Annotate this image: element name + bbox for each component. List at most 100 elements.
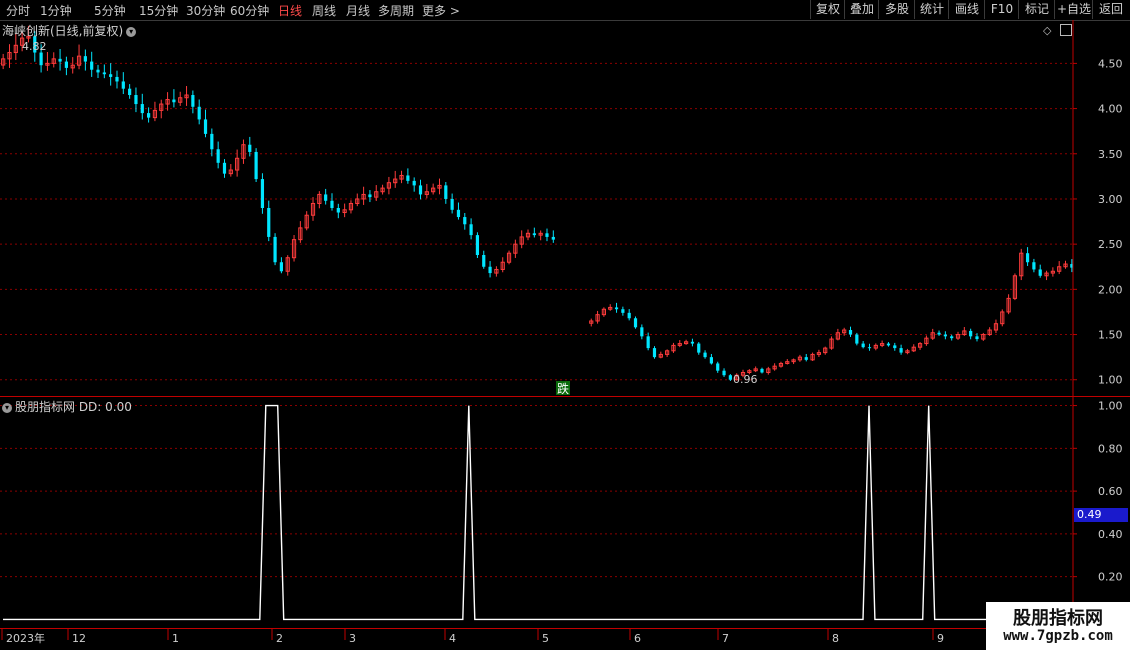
y-tick-label: 0.40 bbox=[1098, 528, 1123, 541]
candle-body bbox=[64, 61, 68, 68]
kline-chart: 1.00 1.50 2.00 2.50 3.00 3.50 4.00 4.50 0.20 0.40… bbox=[0, 20, 1130, 645]
candle-body bbox=[418, 185, 423, 195]
indicator-panel-title: ▾ 股朋指标网 DD: 0.00 bbox=[2, 398, 132, 415]
candle-body bbox=[937, 332, 941, 335]
candle-body bbox=[273, 236, 277, 263]
candle-body bbox=[90, 61, 94, 70]
x-tick-label: 7 bbox=[722, 632, 729, 645]
stock-title: 海峡创新(日线,前复权) bbox=[2, 24, 124, 38]
x-tick-label: 3 bbox=[349, 632, 356, 645]
candle-body bbox=[893, 345, 897, 349]
candle-body bbox=[722, 370, 726, 376]
candle-body bbox=[1025, 253, 1030, 263]
candle-body bbox=[545, 233, 549, 237]
y-tick-label: 3.50 bbox=[1098, 148, 1123, 161]
candle-body bbox=[969, 330, 973, 337]
axes: 1.00 1.50 2.00 2.50 3.00 3.50 4.00 4.50 0.20 0.40… bbox=[0, 20, 1130, 645]
chevron-down-icon[interactable]: ▾ bbox=[126, 26, 137, 37]
candle-body bbox=[121, 81, 125, 89]
x-tick-label: 9 bbox=[937, 632, 944, 645]
candle-body bbox=[191, 95, 195, 107]
candle-body bbox=[861, 343, 865, 348]
candle-body bbox=[267, 208, 271, 237]
candle-body bbox=[855, 334, 859, 344]
fall-signal-label: 跌 bbox=[557, 381, 569, 396]
candle-body bbox=[475, 235, 480, 255]
candle-body bbox=[134, 95, 138, 105]
candle-body bbox=[640, 327, 644, 337]
x-tick-label: 8 bbox=[832, 632, 839, 645]
candle-body bbox=[39, 52, 43, 66]
y-tick-label: 4.50 bbox=[1098, 57, 1123, 70]
x-tick-label: 12 bbox=[72, 632, 86, 645]
y-tick-label: 0.80 bbox=[1098, 442, 1123, 455]
candle-body bbox=[324, 194, 328, 201]
indicator-title: 股朋指标网 DD: 0.00 bbox=[15, 400, 132, 414]
high-price-label: 4.82 bbox=[22, 40, 47, 53]
candle-body bbox=[444, 185, 448, 199]
x-tick-label: 5 bbox=[542, 632, 549, 645]
candle-body bbox=[697, 343, 701, 353]
candle-body bbox=[248, 144, 252, 152]
candle-body bbox=[210, 133, 214, 150]
candle-body bbox=[222, 162, 227, 174]
candle-body bbox=[102, 72, 106, 75]
candle-body bbox=[848, 330, 853, 335]
y-tick-label: 2.00 bbox=[1098, 283, 1123, 296]
x-tick-label: 6 bbox=[634, 632, 641, 645]
y-tick-label: 3.00 bbox=[1098, 193, 1123, 206]
candle-body bbox=[482, 255, 486, 267]
candlestick-series bbox=[1, 25, 1074, 381]
x-tick-label: 4 bbox=[449, 632, 456, 645]
diamond-icon[interactable]: ◇ bbox=[1043, 24, 1051, 37]
candle-body bbox=[279, 262, 283, 272]
candle-body bbox=[172, 99, 176, 103]
candle-body bbox=[147, 113, 151, 118]
y-tick-label: 1.50 bbox=[1098, 329, 1123, 342]
candle-body bbox=[975, 336, 979, 340]
candle-body bbox=[203, 119, 208, 134]
y-tick-label: 0.60 bbox=[1098, 485, 1123, 498]
candle-body bbox=[197, 106, 201, 120]
candle-body bbox=[716, 363, 720, 371]
candle-body bbox=[115, 76, 119, 82]
candle-body bbox=[336, 208, 340, 213]
candle-body bbox=[254, 151, 258, 180]
current-value-badge: 0.49 bbox=[1074, 508, 1128, 522]
candle-body bbox=[456, 209, 461, 218]
candle-body bbox=[804, 357, 808, 360]
chevron-down-icon[interactable]: ▾ bbox=[2, 402, 12, 413]
indicator-series bbox=[3, 404, 1072, 621]
candle-body bbox=[943, 334, 947, 337]
candle-body bbox=[886, 343, 891, 346]
candle-body bbox=[260, 179, 265, 208]
candle-body bbox=[406, 175, 410, 181]
candle-body bbox=[83, 56, 87, 62]
grid-lines bbox=[0, 62, 1073, 578]
candle-body bbox=[728, 375, 732, 380]
window-toggle-icon[interactable] bbox=[1060, 24, 1072, 36]
candle-body bbox=[140, 104, 144, 114]
candle-body bbox=[950, 336, 954, 339]
candle-body bbox=[899, 348, 903, 353]
candle-body bbox=[463, 217, 467, 225]
watermark-title: 股朋指标网 bbox=[1013, 608, 1103, 629]
candle-body bbox=[621, 309, 625, 313]
candle-body bbox=[760, 368, 764, 373]
candle-body bbox=[58, 58, 62, 62]
x-tick-label: 2 bbox=[276, 632, 283, 645]
x-tick-label: 2023年 bbox=[6, 631, 45, 645]
watermark: 股朋指标网 www.7gpzb.com bbox=[986, 602, 1130, 650]
candle-body bbox=[128, 88, 132, 96]
candle-body bbox=[627, 312, 631, 319]
y-tick-label: 4.00 bbox=[1098, 103, 1123, 116]
y-tick-label: 0.20 bbox=[1098, 571, 1123, 584]
candle-body bbox=[96, 69, 100, 73]
candle-body bbox=[703, 352, 707, 358]
candle-body bbox=[614, 307, 619, 310]
candle-body bbox=[652, 348, 657, 358]
main-panel-title: 海峡创新(日线,前复权) ▾ bbox=[2, 22, 137, 39]
candle-body bbox=[690, 341, 695, 344]
y-tick-label: 1.00 bbox=[1098, 400, 1123, 413]
candle-body bbox=[412, 180, 416, 186]
